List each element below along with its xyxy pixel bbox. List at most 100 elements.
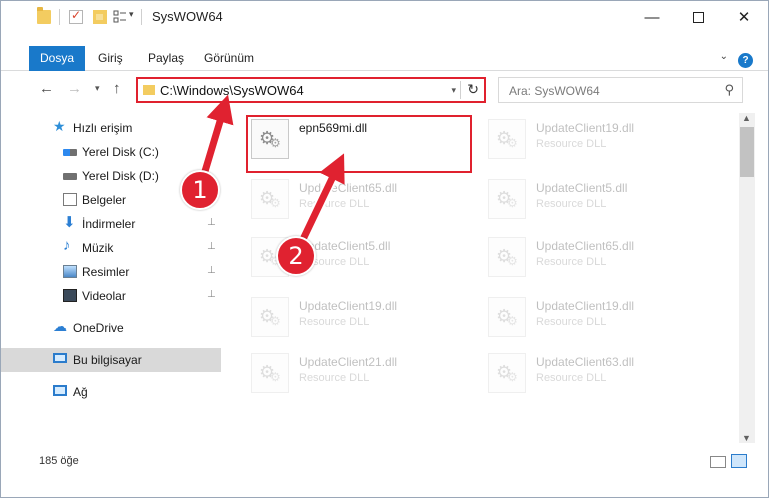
tab-share[interactable]: Paylaş bbox=[137, 46, 195, 71]
step-2-badge: 2 bbox=[276, 236, 316, 276]
file-name: UpdateClient19.dll bbox=[299, 299, 398, 313]
pin-icon[interactable]: ⊥ bbox=[207, 289, 216, 300]
pin-icon[interactable]: ⊥ bbox=[207, 265, 216, 276]
dll-file-icon bbox=[251, 353, 289, 393]
dll-file-icon bbox=[251, 119, 289, 159]
forward-button[interactable]: → bbox=[67, 80, 82, 97]
sidebar-item-label: Müzik bbox=[82, 241, 114, 255]
recent-locations-icon[interactable]: ▾ bbox=[95, 83, 100, 94]
sidebar-item-label: Yerel Disk (C:) bbox=[82, 145, 159, 159]
dll-file-icon bbox=[488, 297, 526, 337]
tab-file[interactable]: Dosya bbox=[29, 46, 85, 71]
pin-icon[interactable]: ⊥ bbox=[207, 217, 216, 228]
scrollbar-thumb[interactable] bbox=[740, 127, 754, 177]
sidebar-item-label: OneDrive bbox=[73, 321, 124, 335]
tab-home[interactable]: Giriş bbox=[87, 46, 134, 71]
title-separator bbox=[141, 9, 142, 25]
drive-icon bbox=[63, 173, 77, 180]
new-folder-icon[interactable] bbox=[93, 10, 107, 24]
search-input[interactable]: Ara: SysWOW64 ⚲ bbox=[498, 77, 743, 103]
file-item[interactable]: UpdateClient5.dll Resource DLL bbox=[488, 179, 708, 229]
pin-icon[interactable]: ⊥ bbox=[207, 241, 216, 252]
sidebar-item-onedrive[interactable]: ☁ OneDrive bbox=[1, 316, 221, 340]
dll-file-icon bbox=[488, 353, 526, 393]
music-icon: ♪ bbox=[63, 237, 71, 254]
quick-access-dropdown-icon[interactable]: ▾ bbox=[129, 9, 134, 20]
file-name: UpdateClient65.dll bbox=[299, 181, 398, 195]
sidebar-item-quick-access[interactable]: ★ Hızlı erişim bbox=[1, 116, 221, 140]
customize-toolbar-icon[interactable] bbox=[113, 10, 127, 24]
address-row: ← → ▾ ↑ C:\Windows\SysWOW64 ▾ ↻ Ara: Sys… bbox=[1, 77, 768, 105]
file-name: UpdateClient63.dll bbox=[536, 355, 635, 369]
sidebar-item-downloads[interactable]: ⬇ İndirmeler ⊥ bbox=[1, 212, 221, 236]
details-view-icon[interactable] bbox=[710, 456, 726, 468]
file-item[interactable]: UpdateClient65.dll Resource DLL bbox=[251, 179, 471, 229]
cloud-icon: ☁ bbox=[53, 318, 67, 334]
address-bar[interactable]: C:\Windows\SysWOW64 ▾ ↻ bbox=[136, 77, 486, 103]
sidebar-item-label: Hızlı erişim bbox=[73, 121, 133, 135]
properties-icon[interactable] bbox=[69, 8, 83, 24]
maximize-icon bbox=[692, 11, 704, 23]
file-list: epn569mi.dll UpdateClient19.dll Resource… bbox=[223, 113, 738, 443]
explorer-window: ▾ SysWOW64 — ✕ Dosya Giriş Paylaş Görünü… bbox=[0, 0, 769, 498]
videos-icon bbox=[63, 289, 77, 302]
file-type: Resource DLL bbox=[536, 138, 607, 150]
sidebar-item-music[interactable]: ♪ Müzik ⊥ bbox=[1, 236, 221, 260]
up-button[interactable]: ↑ bbox=[113, 80, 121, 97]
tab-view[interactable]: Görünüm bbox=[193, 46, 265, 71]
file-name: epn569mi.dll bbox=[299, 121, 368, 135]
item-count: 185 öğe bbox=[39, 455, 79, 467]
drive-icon bbox=[63, 149, 77, 156]
scroll-down-icon[interactable]: ▼ bbox=[742, 433, 751, 443]
file-name: UpdateClient19.dll bbox=[536, 121, 635, 135]
sidebar-item-label: Belgeler bbox=[82, 193, 127, 207]
address-path[interactable]: C:\Windows\SysWOW64 bbox=[160, 83, 304, 98]
vertical-scrollbar[interactable]: ▲ ▼ bbox=[739, 113, 755, 443]
sidebar-item-label: Yerel Disk (D:) bbox=[82, 169, 159, 183]
sidebar-item-network[interactable]: Ağ bbox=[1, 380, 221, 404]
dll-file-icon bbox=[488, 119, 526, 159]
file-name: UpdateClient65.dll bbox=[536, 239, 635, 253]
large-icons-view-icon[interactable] bbox=[731, 454, 747, 468]
minimize-button[interactable]: — bbox=[629, 1, 675, 33]
search-icon[interactable]: ⚲ bbox=[724, 82, 734, 98]
expand-ribbon-icon[interactable]: ⌄ bbox=[720, 51, 728, 62]
file-item[interactable]: UpdateClient21.dll Resource DLL bbox=[251, 353, 471, 403]
sidebar-item-local-disk-c[interactable]: Yerel Disk (C:) bbox=[1, 140, 221, 164]
pictures-icon bbox=[63, 265, 77, 278]
file-type: Resource DLL bbox=[536, 256, 607, 268]
address-dropdown-icon[interactable]: ▾ bbox=[451, 85, 456, 96]
file-item[interactable]: epn569mi.dll bbox=[251, 119, 471, 169]
help-icon[interactable]: ? bbox=[738, 53, 753, 68]
quick-access-separator bbox=[59, 9, 60, 25]
sidebar-item-videos[interactable]: Videolar ⊥ bbox=[1, 284, 221, 308]
dll-file-icon bbox=[488, 179, 526, 219]
scroll-up-icon[interactable]: ▲ bbox=[742, 113, 751, 123]
dll-file-icon bbox=[488, 237, 526, 277]
file-type: Resource DLL bbox=[299, 198, 370, 210]
window-title: SysWOW64 bbox=[152, 9, 223, 24]
maximize-button[interactable] bbox=[675, 1, 721, 33]
sidebar-item-label: Ağ bbox=[73, 385, 88, 399]
sidebar-item-label: Bu bilgisayar bbox=[73, 353, 142, 367]
close-button[interactable]: ✕ bbox=[721, 1, 767, 33]
ribbon-tabs: Dosya Giriş Paylaş Görünüm ⌄ bbox=[1, 46, 768, 71]
back-button[interactable]: ← bbox=[39, 80, 54, 97]
file-item[interactable]: UpdateClient63.dll Resource DLL bbox=[488, 353, 708, 403]
file-item[interactable]: UpdateClient19.dll Resource DLL bbox=[251, 297, 471, 347]
refresh-button[interactable]: ↻ bbox=[467, 81, 479, 98]
step-1-badge: 1 bbox=[180, 170, 220, 210]
network-icon bbox=[53, 385, 67, 396]
file-item[interactable]: UpdateClient19.dll Resource DLL bbox=[488, 297, 708, 347]
sidebar-item-pictures[interactable]: Resimler ⊥ bbox=[1, 260, 221, 284]
file-name: UpdateClient21.dll bbox=[299, 355, 398, 369]
downloads-icon: ⬇ bbox=[63, 214, 76, 231]
file-type: Resource DLL bbox=[299, 372, 370, 384]
status-bar: 185 öğe bbox=[1, 450, 768, 474]
file-item[interactable]: UpdateClient19.dll Resource DLL bbox=[488, 119, 708, 169]
dll-file-icon bbox=[251, 297, 289, 337]
folder-icon bbox=[37, 7, 51, 24]
folder-icon bbox=[143, 85, 155, 95]
sidebar-item-this-pc[interactable]: Bu bilgisayar bbox=[1, 348, 221, 372]
file-item[interactable]: UpdateClient65.dll Resource DLL bbox=[488, 237, 708, 287]
